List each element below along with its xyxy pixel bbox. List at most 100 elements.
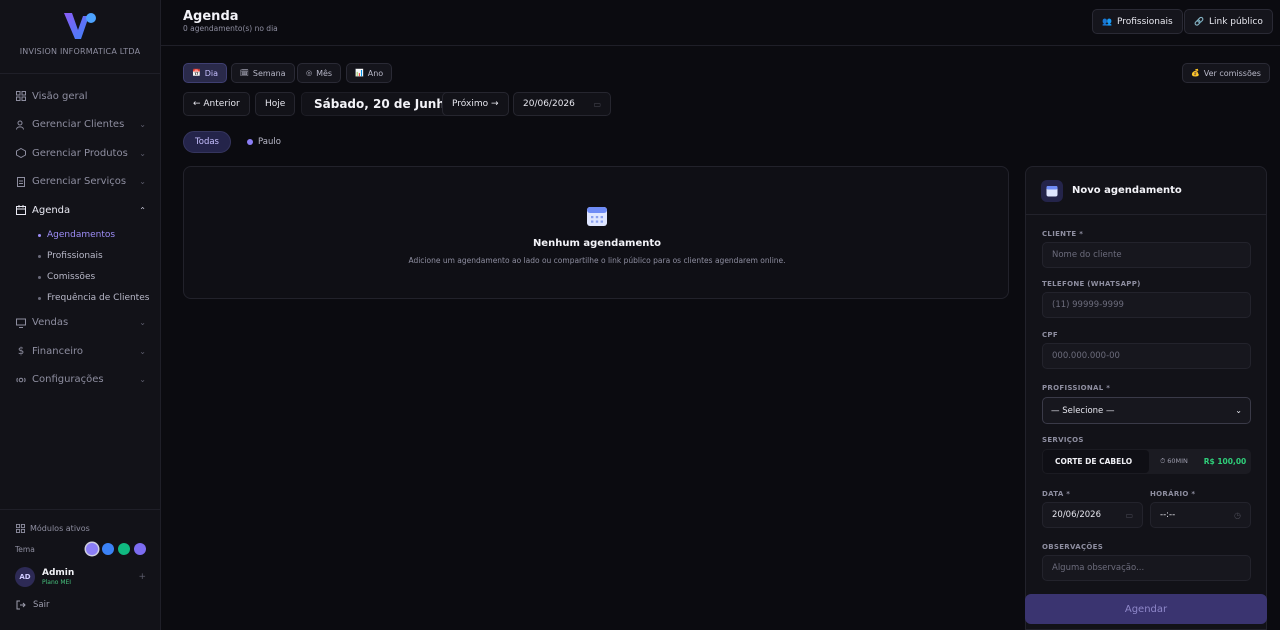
- theme-swatch-purple[interactable]: [86, 543, 98, 555]
- submenu-item-frequencia[interactable]: Frequência de Clientes: [38, 288, 160, 309]
- sidebar-item-label: Vendas: [32, 317, 69, 329]
- calendar-icon: 📅: [192, 69, 201, 77]
- form-title: Novo agendamento: [1072, 185, 1182, 196]
- modules-active-link[interactable]: Módulos ativos: [0, 510, 160, 533]
- company-name: INVISION INFORMATICA LTDA: [19, 47, 141, 56]
- phone-input[interactable]: (11) 99999-9999: [1042, 292, 1251, 318]
- link-icon: 🔗: [1194, 17, 1204, 26]
- services-label: SERVIÇOS: [1042, 436, 1084, 444]
- sidebar-item-label: Visão geral: [32, 90, 88, 102]
- tab-dia[interactable]: 📅 Dia: [183, 63, 228, 83]
- schedule-button[interactable]: Agendar: [1025, 594, 1267, 624]
- previous-day-button[interactable]: ← Anterior: [183, 92, 250, 116]
- phone-label: TELEFONE (WHATSAPP): [1042, 280, 1141, 288]
- sidebar-item-configuracoes[interactable]: Configurações ⌄: [0, 366, 160, 395]
- submenu-item-profissionais[interactable]: Profissionais: [38, 246, 160, 267]
- money-bag-icon: 💰: [1191, 69, 1200, 77]
- submenu-item-agendamentos[interactable]: Agendamentos: [38, 225, 160, 246]
- theme-label: Tema: [15, 544, 35, 554]
- new-appointment-form: Novo agendamento CLIENTE * Nome do clien…: [1025, 166, 1267, 630]
- tab-ano[interactable]: 📊 Ano: [346, 63, 393, 83]
- next-day-button[interactable]: Próximo →: [442, 92, 509, 116]
- status-dot: [247, 139, 253, 145]
- chevron-down-icon: ⌄: [139, 120, 146, 130]
- sidebar: INVISION INFORMATICA LTDA Visão geral Ge…: [0, 0, 161, 630]
- settings-icon: [16, 375, 26, 385]
- empty-state-title: Nenhum agendamento: [532, 238, 662, 249]
- sidebar-item-clientes[interactable]: Gerenciar Clientes ⌄: [0, 111, 160, 140]
- monitor-icon: [16, 318, 26, 328]
- sidebar-item-label: Gerenciar Serviços: [32, 176, 127, 188]
- user-name: Admin: [42, 568, 75, 578]
- submenu-item-label: Agendamentos: [47, 230, 116, 240]
- page-title: Agenda: [183, 9, 239, 24]
- service-duration: ⏱ 60MIN: [1160, 457, 1188, 465]
- cpf-label: CPF: [1042, 331, 1058, 339]
- sidebar-item-label: Gerenciar Produtos: [32, 147, 128, 159]
- sidebar-item-financeiro[interactable]: $ Financeiro ⌄: [0, 337, 160, 366]
- chevron-up-icon: ⌃: [139, 205, 146, 215]
- professionals-button[interactable]: 👥 Profissionais: [1092, 9, 1183, 34]
- date-label: DATA *: [1042, 490, 1071, 498]
- date-picker[interactable]: 20/06/2026 ▭: [513, 92, 611, 116]
- today-button[interactable]: Hoje: [255, 92, 296, 116]
- chevron-down-icon: ⌄: [139, 375, 146, 385]
- client-label: CLIENTE *: [1042, 230, 1084, 238]
- appointment-time-input[interactable]: --:-- ◷: [1150, 502, 1251, 528]
- sidebar-item-agenda[interactable]: Agenda ⌃: [0, 196, 160, 225]
- logout-button[interactable]: Sair: [0, 587, 160, 610]
- calendar-week-icon: 🗓: [240, 69, 249, 77]
- form-header: Novo agendamento: [1026, 167, 1266, 215]
- chevron-down-icon: ⌄: [139, 318, 146, 328]
- chevron-down-icon: ⌄: [139, 148, 146, 158]
- submenu-item-label: Frequência de Clientes: [47, 293, 150, 303]
- filter-professional[interactable]: Paulo: [236, 131, 292, 153]
- service-name: CORTE DE CABELO: [1043, 450, 1149, 473]
- public-link-button[interactable]: 🔗 Link público: [1184, 9, 1273, 34]
- calendar-icon[interactable]: ▭: [593, 100, 601, 109]
- user-menu-icon[interactable]: +: [138, 572, 146, 582]
- sidebar-item-produtos[interactable]: Gerenciar Produtos ⌄: [0, 139, 160, 168]
- tab-mes[interactable]: ◎ Mês: [297, 63, 342, 83]
- cpf-input[interactable]: 000.000.000-00: [1042, 343, 1251, 369]
- client-name-input[interactable]: Nome do cliente: [1042, 242, 1251, 268]
- avatar: AD: [15, 567, 35, 587]
- company-logo: [64, 13, 96, 39]
- users-icon: [16, 120, 26, 130]
- sidebar-item-label: Financeiro: [32, 345, 84, 357]
- dollar-icon: $: [17, 345, 25, 357]
- professional-select[interactable]: — Selecione — ⌄: [1042, 397, 1251, 424]
- theme-picker: Tema: [0, 533, 160, 555]
- modules-label: Módulos ativos: [30, 524, 90, 533]
- box-icon: [16, 148, 26, 159]
- theme-swatch-violet[interactable]: [134, 543, 146, 555]
- sidebar-nav: Visão geral Gerenciar Clientes ⌄ Gerenci…: [0, 82, 160, 394]
- sidebar-item-label: Agenda: [32, 204, 71, 216]
- sidebar-item-vendas[interactable]: Vendas ⌄: [0, 309, 160, 338]
- tab-semana[interactable]: 🗓 Semana: [231, 63, 295, 83]
- sidebar-item-label: Configurações: [32, 374, 104, 386]
- sidebar-item-visao-geral[interactable]: Visão geral: [0, 82, 160, 111]
- view-commissions-button[interactable]: 💰 Ver comissões: [1182, 63, 1270, 83]
- submenu-item-comissoes[interactable]: Comissões: [38, 267, 160, 288]
- page-subtitle: 0 agendamento(s) no dia: [183, 24, 278, 33]
- professional-label: PROFISSIONAL *: [1042, 384, 1111, 392]
- theme-swatch-green[interactable]: [118, 543, 130, 555]
- empty-state-card: Nenhum agendamento Adicione um agendamen…: [183, 166, 1009, 299]
- notes-input[interactable]: Alguma observação...: [1042, 555, 1251, 581]
- notes-label: OBSERVAÇÕES: [1042, 543, 1104, 551]
- calendar-icon: [587, 207, 607, 226]
- calendar-icon: [16, 205, 26, 216]
- empty-state-description: Adicione um agendamento ao lado ou compa…: [408, 256, 786, 265]
- calendar-icon[interactable]: ▭: [1125, 511, 1133, 520]
- sidebar-item-servicos[interactable]: Gerenciar Serviços ⌄: [0, 168, 160, 197]
- chevron-down-icon: ⌄: [139, 346, 146, 356]
- user-profile[interactable]: AD Admin Plano MEI +: [0, 555, 160, 587]
- filter-all[interactable]: Todas: [183, 131, 231, 153]
- sidebar-item-label: Gerenciar Clientes: [32, 119, 125, 131]
- agenda-submenu: Agendamentos Profissionais Comissões Fre…: [0, 225, 160, 309]
- theme-swatch-blue[interactable]: [102, 543, 114, 555]
- clock-icon[interactable]: ◷: [1234, 511, 1241, 520]
- service-option[interactable]: CORTE DE CABELO ⏱ 60MIN R$ 100,00: [1042, 449, 1251, 474]
- appointment-date-input[interactable]: 20/06/2026 ▭: [1042, 502, 1143, 528]
